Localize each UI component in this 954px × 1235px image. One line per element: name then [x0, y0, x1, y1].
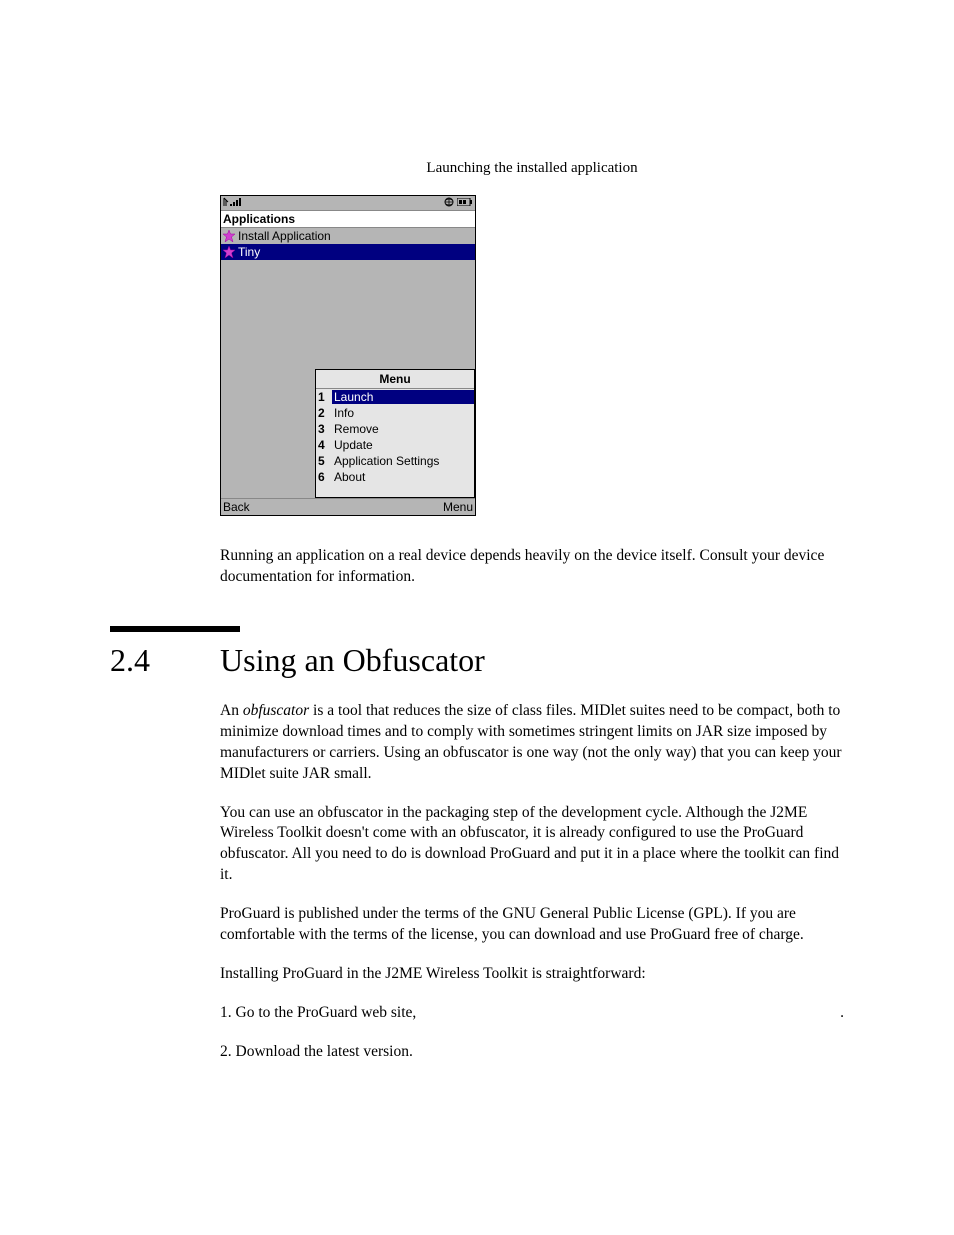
menu-item-label: Launch — [332, 390, 474, 404]
app-list: Install Application Tiny Menu 1 Launch 2… — [221, 228, 475, 498]
app-icon — [223, 246, 235, 258]
section-title: Using an Obfuscator — [220, 642, 485, 679]
menu-item-number: 5 — [316, 454, 332, 468]
menu-item-about[interactable]: 6 About — [316, 469, 474, 485]
paragraph: ProGuard is published under the terms of… — [220, 904, 844, 946]
menu-item-label: About — [332, 470, 474, 484]
paragraph: Running an application on a real device … — [220, 546, 844, 588]
list-item[interactable]: Tiny — [221, 244, 475, 260]
menu-item-info[interactable]: 2 Info — [316, 405, 474, 421]
menu-item-launch[interactable]: 1 Launch — [316, 389, 474, 405]
menu-item-number: 6 — [316, 470, 332, 484]
section-heading: 2.4 Using an Obfuscator — [110, 642, 844, 679]
signal-icon — [223, 197, 245, 210]
app-title: Applications — [221, 210, 475, 228]
list-step: 2. Download the latest version. — [220, 1042, 844, 1063]
paragraph: Installing ProGuard in the J2ME Wireless… — [220, 964, 844, 985]
network-icon — [444, 197, 454, 210]
menu-item-number: 4 — [316, 438, 332, 452]
menu-item-number: 3 — [316, 422, 332, 436]
section-number: 2.4 — [110, 642, 220, 679]
app-icon — [223, 230, 235, 242]
menu-item-number: 2 — [316, 406, 332, 420]
status-bar — [221, 196, 475, 210]
menu-item-label: Update — [332, 438, 474, 452]
menu-item-remove[interactable]: 3 Remove — [316, 421, 474, 437]
context-menu: Menu 1 Launch 2 Info 3 Remove 4 Update — [315, 369, 475, 498]
softkey-right[interactable]: Menu — [443, 500, 473, 514]
menu-item-label: Application Settings — [332, 454, 474, 468]
paragraph: An obfuscator is a tool that reduces the… — [220, 701, 844, 785]
battery-icon — [457, 198, 473, 209]
menu-item-label: Remove — [332, 422, 474, 436]
softkey-bar: Back Menu — [221, 498, 475, 515]
figure-caption: Launching the installed application — [220, 160, 844, 177]
menu-title: Menu — [316, 370, 474, 389]
paragraph: You can use an obfuscator in the packagi… — [220, 803, 844, 887]
list-item-label: Tiny — [238, 245, 260, 259]
softkey-left[interactable]: Back — [223, 500, 250, 514]
list-item-label: Install Application — [238, 229, 331, 243]
menu-item-update[interactable]: 4 Update — [316, 437, 474, 453]
list-step: 1. Go to the ProGuard web site,. — [220, 1003, 844, 1024]
section-rule — [110, 626, 240, 632]
menu-item-number: 1 — [316, 390, 332, 404]
menu-item-settings[interactable]: 5 Application Settings — [316, 453, 474, 469]
emulator-screenshot: Applications Install Application Tiny Me… — [220, 195, 476, 516]
list-item[interactable]: Install Application — [221, 228, 475, 244]
menu-item-label: Info — [332, 406, 474, 420]
